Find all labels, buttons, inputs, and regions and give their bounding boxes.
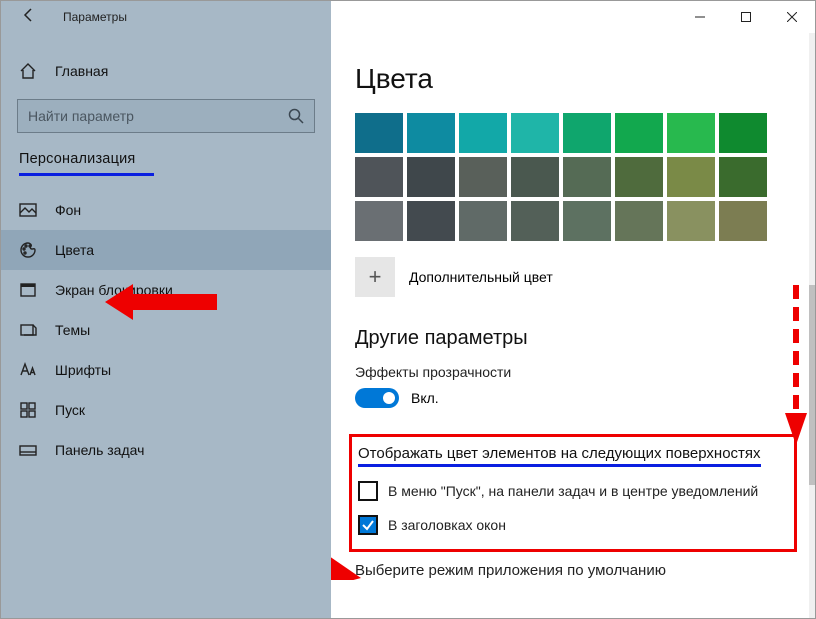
window-title: Параметры: [63, 10, 127, 24]
color-swatch[interactable]: [719, 157, 767, 197]
themes-icon: [19, 321, 37, 339]
content-pane: Цвета + Дополнительный цвет Другие парам…: [331, 33, 815, 618]
color-swatch[interactable]: [355, 201, 403, 241]
nav-lockscreen[interactable]: Экран блокировки: [1, 270, 331, 310]
scrollbar[interactable]: [809, 33, 815, 618]
plus-icon: +: [369, 264, 382, 290]
color-swatch[interactable]: [667, 201, 715, 241]
color-swatch[interactable]: [355, 157, 403, 197]
color-swatch[interactable]: [615, 201, 663, 241]
taskbar-icon: [19, 441, 37, 459]
transparency-toggle[interactable]: [355, 388, 399, 408]
search-icon: [287, 107, 305, 130]
minimize-button[interactable]: [677, 1, 723, 33]
color-swatch[interactable]: [615, 157, 663, 197]
titlebar: Параметры: [1, 1, 815, 33]
nav-label: Шрифты: [55, 362, 111, 378]
home-icon: [19, 62, 37, 80]
palette-icon: [19, 241, 37, 259]
lockscreen-icon: [19, 281, 37, 299]
nav-label: Темы: [55, 322, 90, 338]
nav-taskbar[interactable]: Панель задач: [1, 430, 331, 470]
app-mode-label: Выберите режим приложения по умолчанию: [355, 562, 791, 579]
checkbox-start-label: В меню "Пуск", на панели задач и в центр…: [388, 483, 758, 499]
color-swatch[interactable]: [667, 113, 715, 153]
nav-label: Цвета: [55, 242, 94, 258]
settings-window: Параметры Главная Персонализация Фон: [0, 0, 816, 619]
back-button[interactable]: [21, 7, 37, 28]
color-swatch[interactable]: [407, 113, 455, 153]
nav-home-label: Главная: [55, 63, 108, 79]
color-swatch[interactable]: [511, 201, 559, 241]
sidebar-section-label: Персонализация: [1, 151, 331, 171]
nav-colors[interactable]: Цвета: [1, 230, 331, 270]
underline-annotation: [19, 173, 154, 176]
maximize-button[interactable]: [723, 1, 769, 33]
checkbox-titlebars[interactable]: [358, 515, 378, 535]
nav-fonts[interactable]: Шрифты: [1, 350, 331, 390]
color-swatch[interactable]: [719, 201, 767, 241]
custom-color-button[interactable]: +: [355, 257, 395, 297]
color-swatch[interactable]: [459, 113, 507, 153]
show-accent-heading: Отображать цвет элементов на следующих п…: [358, 445, 761, 467]
nav-start[interactable]: Пуск: [1, 390, 331, 430]
search-input[interactable]: [17, 99, 315, 133]
sidebar: Главная Персонализация Фон Цвета: [1, 33, 331, 618]
color-swatch[interactable]: [563, 113, 611, 153]
scrollbar-thumb[interactable]: [809, 285, 815, 485]
nav-label: Фон: [55, 202, 81, 218]
color-swatch[interactable]: [407, 201, 455, 241]
color-palette: [355, 113, 791, 241]
color-swatch[interactable]: [719, 113, 767, 153]
toggle-state-label: Вкл.: [411, 390, 439, 406]
start-icon: [19, 401, 37, 419]
nav-themes[interactable]: Темы: [1, 310, 331, 350]
check-icon: [361, 518, 375, 532]
color-swatch[interactable]: [563, 201, 611, 241]
nav-label: Панель задач: [55, 442, 144, 458]
nav-background[interactable]: Фон: [1, 190, 331, 230]
color-swatch[interactable]: [667, 157, 715, 197]
checkbox-titlebars-label: В заголовках окон: [388, 517, 506, 533]
color-swatch[interactable]: [615, 113, 663, 153]
nav-label: Пуск: [55, 402, 85, 418]
more-options-heading: Другие параметры: [355, 327, 791, 350]
close-button[interactable]: [769, 1, 815, 33]
custom-color-label: Дополнительный цвет: [409, 269, 553, 285]
color-swatch[interactable]: [511, 157, 559, 197]
highlight-box-annotation: Отображать цвет элементов на следующих п…: [349, 434, 797, 552]
nav-home[interactable]: Главная: [1, 51, 331, 91]
checkbox-start-taskbar[interactable]: [358, 481, 378, 501]
page-heading: Цвета: [355, 63, 791, 95]
transparency-label: Эффекты прозрачности: [355, 364, 791, 380]
color-swatch[interactable]: [511, 113, 559, 153]
fonts-icon: [19, 361, 37, 379]
color-swatch[interactable]: [355, 113, 403, 153]
color-swatch[interactable]: [563, 157, 611, 197]
color-swatch[interactable]: [459, 201, 507, 241]
color-swatch[interactable]: [459, 157, 507, 197]
nav-label: Экран блокировки: [55, 282, 173, 298]
picture-icon: [19, 201, 37, 219]
color-swatch[interactable]: [407, 157, 455, 197]
